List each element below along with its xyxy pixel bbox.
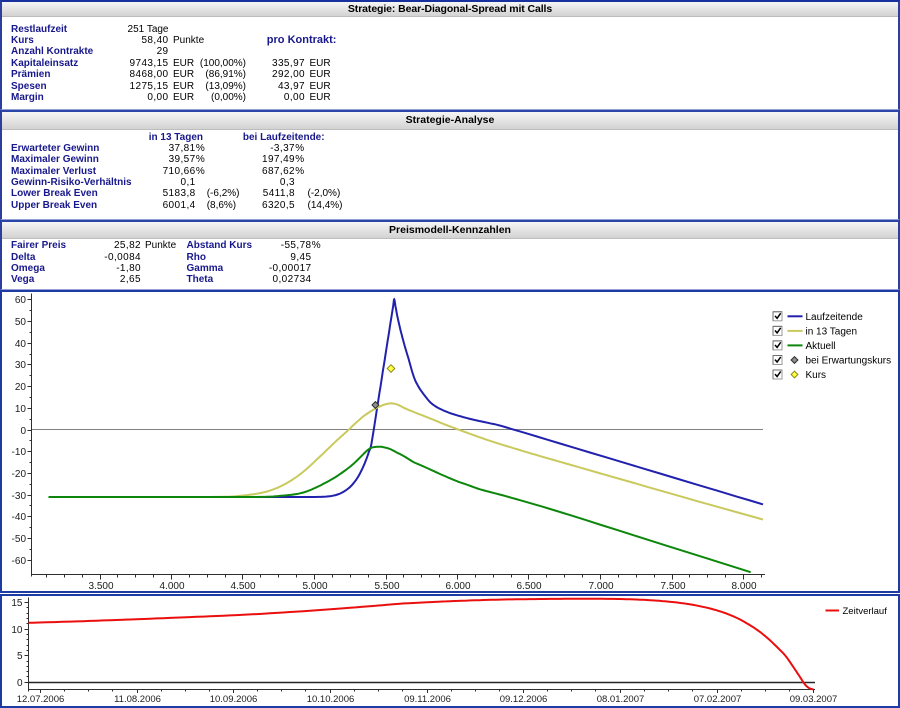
svg-text:7.000: 7.000	[588, 581, 613, 592]
svg-text:Laufzeitende: Laufzeitende	[806, 312, 864, 323]
svg-text:5.500: 5.500	[374, 581, 399, 592]
svg-text:6.000: 6.000	[445, 581, 470, 592]
svg-text:5: 5	[17, 651, 23, 662]
svg-text:Zeitverlauf: Zeitverlauf	[843, 606, 888, 617]
svg-text:15: 15	[11, 598, 23, 609]
svg-text:20: 20	[15, 382, 27, 393]
svg-text:10.09.2006: 10.09.2006	[210, 694, 258, 705]
svg-text:12.07.2006: 12.07.2006	[17, 694, 65, 705]
svg-text:10: 10	[11, 625, 23, 636]
svg-text:09.03.2007: 09.03.2007	[790, 694, 838, 705]
svg-text:10: 10	[15, 404, 27, 415]
svg-text:-40: -40	[12, 512, 27, 523]
svg-text:5.000: 5.000	[302, 581, 327, 592]
svg-text:0: 0	[17, 678, 23, 689]
svg-text:60: 60	[15, 295, 27, 306]
svg-text:Kurs: Kurs	[806, 370, 827, 381]
svg-text:08.01.2007: 08.01.2007	[597, 694, 645, 705]
svg-text:11.08.2006: 11.08.2006	[114, 694, 161, 705]
svg-text:10.10.2006: 10.10.2006	[307, 694, 355, 705]
svg-text:09.12.2006: 09.12.2006	[500, 694, 548, 705]
svg-text:50: 50	[15, 317, 27, 328]
svg-text:Aktuell: Aktuell	[806, 341, 836, 352]
svg-text:-10: -10	[12, 447, 27, 458]
svg-text:-30: -30	[12, 491, 27, 502]
svg-text:-60: -60	[12, 556, 27, 567]
svg-text:3.500: 3.500	[88, 581, 113, 592]
svg-text:7.500: 7.500	[660, 581, 685, 592]
svg-text:6.500: 6.500	[516, 581, 541, 592]
svg-text:07.02.2007: 07.02.2007	[694, 694, 742, 705]
svg-text:40: 40	[15, 339, 27, 350]
svg-text:in 13 Tagen: in 13 Tagen	[806, 326, 858, 337]
svg-text:8.000: 8.000	[731, 581, 756, 592]
svg-text:-50: -50	[12, 534, 27, 545]
svg-text:4.000: 4.000	[159, 581, 184, 592]
svg-text:bei Erwartungskurs: bei Erwartungskurs	[806, 356, 892, 367]
svg-text:09.11.2006: 09.11.2006	[404, 694, 451, 705]
svg-text:4.500: 4.500	[230, 581, 255, 592]
svg-text:-20: -20	[12, 469, 27, 480]
svg-text:30: 30	[15, 360, 27, 371]
svg-text:0: 0	[20, 426, 26, 437]
